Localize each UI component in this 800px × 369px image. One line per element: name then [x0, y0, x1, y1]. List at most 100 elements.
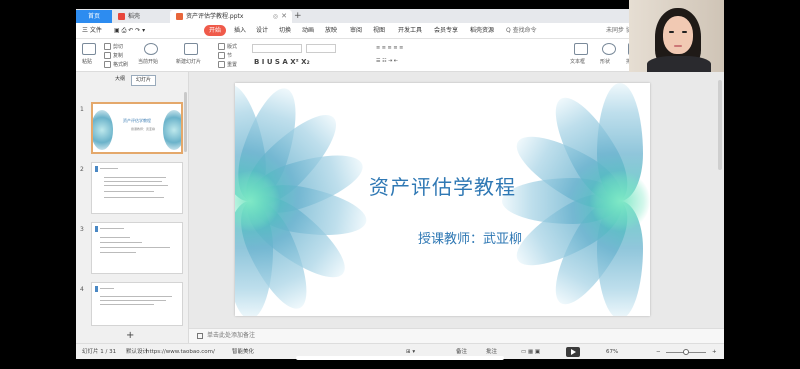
- thumb-number: 3: [80, 226, 84, 233]
- menu-bar: 三 文件 ▣ ⎙ ↶ ↷ ▾ 开始 插入 设计 切换 动画 放映 审阅 视图 开…: [76, 23, 724, 39]
- format-painter-label: 格式刷: [113, 62, 129, 68]
- cut-button[interactable]: 剪切: [104, 43, 123, 51]
- current-slide[interactable]: 资产评估学教程 授课教师：武亚柳: [235, 83, 650, 316]
- zoom-slider-knob[interactable]: [683, 349, 689, 355]
- thumb-text-line: [104, 191, 154, 192]
- thumb-number: 2: [80, 166, 84, 173]
- scissors-icon: [104, 43, 111, 50]
- thumb-text-line: [100, 242, 142, 243]
- align-icons[interactable]: ≡ ≡ ≡ ≡ ≡: [376, 45, 403, 52]
- new-slide-icon[interactable]: [184, 43, 198, 55]
- slide-thumbnail-2[interactable]: [91, 162, 183, 214]
- flower-graphic: [93, 110, 113, 150]
- shapes-button[interactable]: 形状: [600, 59, 610, 66]
- thumb-heading-bar: [95, 226, 98, 232]
- thumb-text-line: [100, 288, 114, 289]
- paste-icon[interactable]: [82, 43, 96, 55]
- thumbnails-scrollbar[interactable]: [184, 92, 187, 152]
- thumb-text-line: [100, 168, 118, 169]
- reset-icon: [218, 61, 225, 68]
- menu-member[interactable]: 会员专享: [434, 25, 458, 36]
- title-bar: 首页 稻壳 资产评估学教程.pptx ◎ ✕ +: [76, 9, 724, 23]
- tab-document[interactable]: 资产评估学教程.pptx ◎ ✕: [170, 10, 292, 23]
- slide-thumbnail-4[interactable]: [91, 282, 183, 326]
- menu-docer[interactable]: 稻壳资源: [470, 25, 494, 36]
- format-painter-button[interactable]: 格式刷: [104, 61, 128, 69]
- ribbon-toolbar: 粘贴 剪切 复制 格式刷 当前开始 新建幻灯片 版式 节 重置 B I U S …: [76, 39, 724, 72]
- menu-start[interactable]: 开始: [204, 25, 227, 36]
- thumb-text-line: [100, 300, 166, 301]
- reset-button[interactable]: 重置: [218, 61, 237, 69]
- shapes-icon[interactable]: [602, 43, 616, 55]
- slide-canvas: 资产评估学教程 授课教师：武亚柳: [189, 72, 724, 328]
- menu-file[interactable]: 三 文件: [82, 25, 102, 36]
- zoom-percent[interactable]: 67%: [606, 344, 618, 359]
- thumb-text-line: [104, 177, 166, 178]
- thumb-text-line: [100, 228, 124, 229]
- tab-slides[interactable]: 幻灯片: [131, 75, 157, 86]
- zoom-out-icon[interactable]: −: [656, 344, 661, 359]
- smart-beautify-button[interactable]: 智能美化: [232, 344, 254, 359]
- paste-button[interactable]: 粘贴: [82, 59, 92, 66]
- thumb-text-line: [104, 185, 168, 186]
- zoom-in-icon[interactable]: +: [712, 344, 717, 359]
- tab-home[interactable]: 首页: [76, 10, 112, 23]
- text-format-buttons[interactable]: B I U S A X² X₂: [254, 58, 310, 66]
- menu-animation[interactable]: 动画: [302, 25, 314, 36]
- menu-transition[interactable]: 切换: [279, 25, 291, 36]
- menu-developer[interactable]: 开发工具: [398, 25, 422, 36]
- textbox-icon[interactable]: [574, 43, 588, 55]
- copy-button[interactable]: 复制: [104, 52, 123, 60]
- slide-subtitle[interactable]: 授课教师：武亚柳: [418, 228, 522, 247]
- list-icons[interactable]: ☰ ☷ ⇥ ⇤: [376, 58, 398, 65]
- from-current-button[interactable]: 当前开始: [138, 59, 158, 66]
- new-slide-button[interactable]: 新建幻灯片: [176, 59, 201, 66]
- add-slide-button[interactable]: +: [126, 330, 134, 341]
- font-name-select[interactable]: [252, 44, 302, 53]
- new-tab-button[interactable]: +: [294, 9, 302, 23]
- canvas-scrollbar[interactable]: [718, 80, 722, 170]
- home-indicator[interactable]: [296, 356, 504, 360]
- menu-design[interactable]: 设计: [256, 25, 268, 36]
- view-buttons[interactable]: ▭ ▦ ▣: [521, 344, 540, 359]
- textbox-button[interactable]: 文本框: [570, 59, 585, 66]
- tab-wps[interactable]: 稻壳: [112, 10, 170, 23]
- presenter-mouth: [674, 45, 682, 47]
- menu-slideshow[interactable]: 放映: [325, 25, 337, 36]
- tab-outline[interactable]: 大纲: [111, 75, 129, 84]
- thumb-number: 4: [80, 286, 84, 293]
- menu-view[interactable]: 视图: [373, 25, 385, 36]
- slide-title[interactable]: 资产评估学教程: [235, 171, 650, 200]
- slide-counter: 幻灯片 1 / 31: [82, 349, 117, 355]
- font-size-select[interactable]: [306, 44, 336, 53]
- presenter-body: [647, 56, 711, 72]
- menu-review[interactable]: 审阅: [350, 25, 362, 36]
- close-tab-icon[interactable]: ✕: [281, 10, 287, 23]
- save-icon[interactable]: ▣ ⎙ ↶ ↷ ▾: [114, 25, 145, 36]
- reset-label: 重置: [227, 62, 238, 68]
- cut-label: 剪切: [113, 44, 124, 50]
- slide-thumbnails-panel: 大纲 幻灯片 1 资产评估学教程 授课教师：武亚柳 2 3 4 +: [76, 72, 189, 344]
- section-button[interactable]: 节: [218, 52, 232, 60]
- webcam-overlay: [629, 0, 724, 72]
- menu-insert[interactable]: 插入: [234, 25, 246, 36]
- thumb-subtitle: 授课教师：武亚柳: [131, 127, 156, 131]
- flower-graphic: [163, 110, 181, 150]
- thumb-heading-bar: [95, 286, 98, 292]
- command-search[interactable]: Q 查找命令: [506, 25, 537, 36]
- thumb-text-line: [104, 181, 162, 182]
- thumb-heading-bar: [95, 166, 98, 172]
- notes-pane[interactable]: 单击此处添加备注: [189, 328, 724, 343]
- play-slideshow-button[interactable]: [566, 347, 580, 357]
- unsaved-indicator-icon: ◎: [272, 13, 278, 20]
- thumb-text-line: [100, 296, 172, 297]
- pptx-file-icon: [176, 13, 183, 20]
- thumb-text-line: [100, 237, 130, 238]
- slide-thumbnail-1[interactable]: 资产评估学教程 授课教师：武亚柳: [91, 102, 183, 154]
- layout-button[interactable]: 版式: [218, 43, 237, 51]
- copy-label: 复制: [113, 53, 124, 59]
- notes-icon: [197, 332, 203, 339]
- section-icon: [218, 52, 225, 59]
- play-from-current-icon[interactable]: [144, 43, 158, 55]
- slide-thumbnail-3[interactable]: [91, 222, 183, 274]
